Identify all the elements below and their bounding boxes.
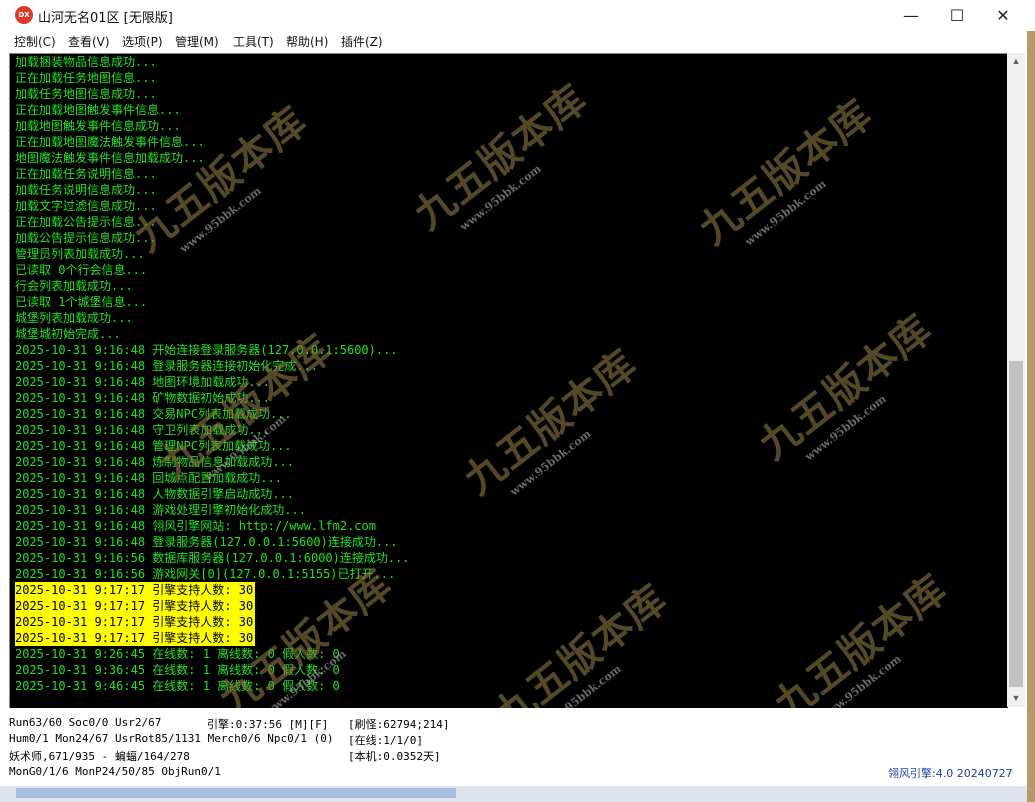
log-line: 加载地图触发事件信息成功... xyxy=(15,119,181,133)
menu-help[interactable]: 帮助(H) xyxy=(286,33,328,50)
scrollbar-thumb[interactable] xyxy=(1009,361,1023,687)
status-panel: Run63/60 Soc0/0 Usr2/67 引擎:0:37:56 [M][F… xyxy=(0,708,1027,794)
status-humans: Hum0/1 Mon24/67 UsrRot85/1131 Merch0/6 N… xyxy=(9,732,334,745)
watermark: 九五版本库 www.95bbk.com xyxy=(400,68,605,250)
watermark: 九五版本库 www.95bbk.com xyxy=(760,558,965,708)
log-line: 2025-10-31 9:16:48 游戏处理引擎初始化成功... xyxy=(15,503,306,517)
log-line: 2025-10-31 9:17:17 引擎支持人数: 30 xyxy=(15,630,256,646)
log-line: 城堡列表加载成功... xyxy=(15,311,133,325)
log-line: 正在加载地图魔法触发事件信息... xyxy=(15,135,205,149)
menu-plugins[interactable]: 插件(Z) xyxy=(341,33,383,50)
status-run: Run63/60 Soc0/0 Usr2/67 xyxy=(9,716,162,729)
status-online: [在线:1/1/0] xyxy=(348,734,423,747)
watermark-text: 九五版本库 xyxy=(690,90,881,254)
menu-bar: 控制(C) 查看(V) 选项(P) 管理(M) 工具(T) 帮助(H) 插件(Z… xyxy=(0,31,1035,53)
scroll-up-icon[interactable]: ▲ xyxy=(1007,53,1025,70)
status-local: [本机:0.0352天] xyxy=(348,750,441,763)
watermark: 九五版本库 www.95bbk.com xyxy=(450,333,655,515)
maximize-button[interactable]: ☐ xyxy=(934,0,980,31)
bottom-window-strip xyxy=(0,786,1027,802)
log-line: 2025-10-31 9:17:17 引擎支持人数: 30 xyxy=(15,582,256,598)
watermark-text: 九五版本库 xyxy=(405,75,596,239)
minimize-button[interactable]: — xyxy=(888,0,934,31)
menu-manage[interactable]: 管理(M) xyxy=(175,33,219,50)
log-line: 2025-10-31 9:17:17 引擎支持人数: 30 xyxy=(15,614,256,630)
log-line: 正在加载任务地图信息... xyxy=(15,71,157,85)
scroll-down-icon[interactable]: ▼ xyxy=(1007,690,1025,707)
watermark: 九五版本库 www.95bbk.com xyxy=(685,83,890,265)
log-line: 2025-10-31 9:17:17 引擎支持人数: 30 xyxy=(15,598,256,614)
vertical-scrollbar[interactable]: ▲ ▼ xyxy=(1007,53,1025,707)
menu-options[interactable]: 选项(P) xyxy=(122,33,163,50)
status-engine-time: 引擎:0:37:56 [M][F] xyxy=(207,718,329,731)
status-mon-groups: MonG0/1/6 MonP24/50/85 ObjRun0/1 xyxy=(9,765,221,778)
log-line: 2025-10-31 9:16:48 登录服务器(127.0.0.1:5600)… xyxy=(15,535,398,549)
log-line: 正在加载地图触发事件信息... xyxy=(15,103,181,117)
log-line: 已读取 0个行会信息... xyxy=(15,263,148,277)
menu-control[interactable]: 控制(C) xyxy=(14,33,56,50)
background-window-edge xyxy=(1027,31,1035,802)
status-monster-refresh: [刷怪:62794;214] xyxy=(348,718,450,731)
log-line: 2025-10-31 9:16:56 数据库服务器(127.0.0.1:6000… xyxy=(15,551,410,565)
watermark-text: 九五版本库 xyxy=(455,340,646,504)
log-line: 管理员列表加载成功... xyxy=(15,247,145,261)
log-line: 2025-10-31 9:16:48 回城点配置加载成功... xyxy=(15,471,282,485)
menu-tools[interactable]: 工具(T) xyxy=(233,33,274,50)
close-button[interactable]: ✕ xyxy=(980,0,1026,31)
log-line: 已读取 1个城堡信息... xyxy=(15,295,148,309)
watermark-text: 九五版本库 xyxy=(750,305,941,469)
log-line: 城堡城初始完成... xyxy=(15,327,121,341)
log-line: 加载任务地图信息成功... xyxy=(15,87,157,101)
log-line: 地图魔法触发事件信息加载成功... xyxy=(15,151,205,165)
watermark: 九五版本库 www.95bbk.com xyxy=(480,568,685,708)
log-line: 正在加载任务说明信息... xyxy=(15,167,157,181)
menu-view[interactable]: 查看(V) xyxy=(68,33,110,50)
engine-version: 翎风引擎:4.0 20240727 xyxy=(888,767,1013,780)
log-line: 2025-10-31 9:16:48 开始连接登录服务器(127.0.0.1:5… xyxy=(15,343,398,357)
app-icon: DX xyxy=(15,6,33,24)
bottom-strip-bar xyxy=(16,788,456,798)
window-title: 山河无名01区 [无限版] xyxy=(38,11,173,26)
log-line: 加载捆装物品信息成功... xyxy=(15,55,157,69)
log-line: 2025-10-31 9:16:48 人物数据引擎启动成功... xyxy=(15,487,294,501)
title-bar: DX 山河无名01区 [无限版] — ☐ ✕ xyxy=(0,0,1035,31)
log-console[interactable]: 加载捆装物品信息成功... 正在加载任务地图信息... 加载任务地图信息成功... 正… xyxy=(9,53,1008,708)
status-monster-info: 妖术师,671/935 - 蝙蝠/164/278 xyxy=(9,750,190,763)
watermark: 九五版本库 www.95bbk.com xyxy=(745,298,950,480)
log-line: 加载任务说明信息成功... xyxy=(15,183,157,197)
log-line: 行会列表加载成功... xyxy=(15,279,133,293)
log-line: 2025-10-31 9:16:48 翎风引擎网站: http://www.lf… xyxy=(15,519,376,533)
